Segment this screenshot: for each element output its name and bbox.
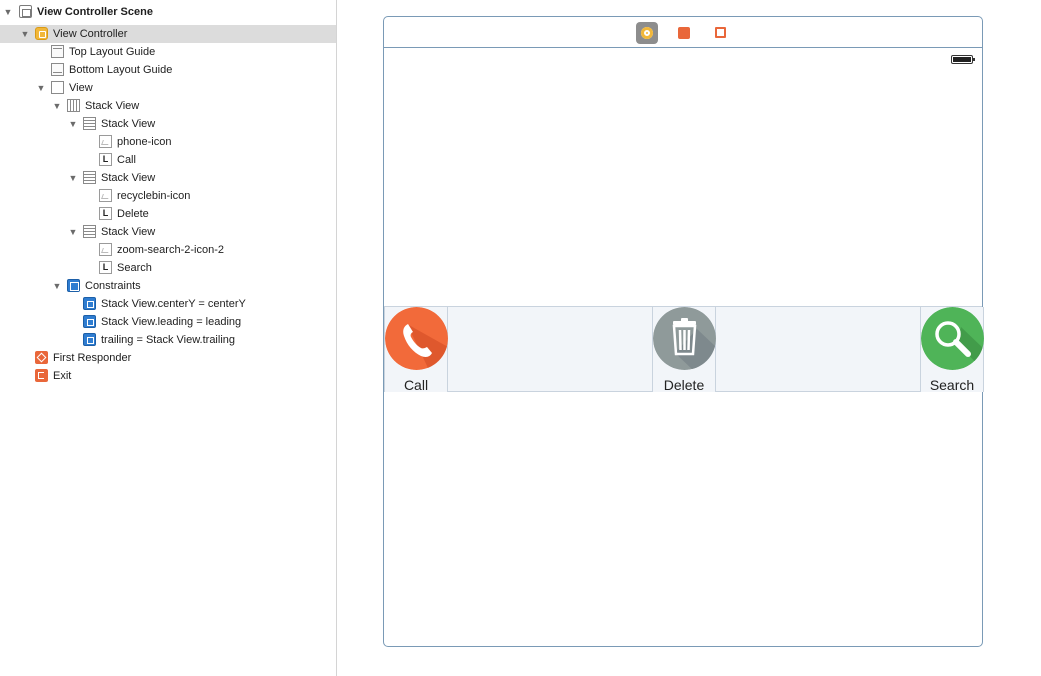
outline-row-zoom-search-icon[interactable]: zoom-search-2-icon-2 <box>0 241 336 259</box>
outline-label: Stack View.centerY = centerY <box>101 298 246 310</box>
first-responder-icon <box>35 351 48 364</box>
delete-label: Delete <box>663 377 705 393</box>
outline-label: Bottom Layout Guide <box>69 64 173 76</box>
document-outline: ▼ View Controller Scene ▼ View Controlle… <box>0 0 337 676</box>
outline-row-phone-icon[interactable]: phone-icon <box>0 133 336 151</box>
disclosure-triangle-icon[interactable]: ▼ <box>52 97 62 115</box>
outline-row-stack-view[interactable]: ▼ Stack View <box>0 97 336 115</box>
call-label: Call <box>403 377 429 393</box>
outline-label: Delete <box>117 208 149 220</box>
disclosure-triangle-icon[interactable]: ▼ <box>3 3 13 21</box>
image-view-icon <box>99 135 112 148</box>
exit-icon <box>35 369 48 382</box>
view-controller-scene[interactable]: Call Delete Search <box>383 16 984 647</box>
layout-guide-icon <box>51 63 64 76</box>
outline-row-bottom-layout-guide[interactable]: Bottom Layout Guide <box>0 61 336 79</box>
label-icon: L <box>99 153 112 166</box>
call-stack-item[interactable]: Call <box>384 307 448 393</box>
outline-row-view-controller[interactable]: ▼ View Controller <box>0 25 336 43</box>
stack-view[interactable]: Call Delete Search <box>384 306 984 393</box>
vertical-stack-icon <box>83 117 96 130</box>
outline-label: View Controller Scene <box>37 6 153 18</box>
outline-label: Constraints <box>85 280 141 292</box>
exit-icon[interactable] <box>710 22 732 44</box>
outline-label: Stack View.leading = leading <box>101 316 242 328</box>
outline-label: Exit <box>53 370 72 382</box>
outline-row-constraints[interactable]: ▼ Constraints <box>0 277 336 295</box>
outline-label: Top Layout Guide <box>69 46 156 58</box>
outline-row-search-label[interactable]: L Search <box>0 259 336 277</box>
search-label: Search <box>929 377 975 393</box>
vertical-stack-icon <box>83 171 96 184</box>
outline-row-constraint-leading[interactable]: Stack View.leading = leading <box>0 313 336 331</box>
constraints-icon <box>67 279 80 292</box>
disclosure-triangle-icon[interactable]: ▼ <box>68 115 78 133</box>
outline-row-scene[interactable]: ▼ View Controller Scene <box>0 3 336 21</box>
phone-icon[interactable] <box>385 307 448 370</box>
zoom-search-icon[interactable] <box>921 307 984 370</box>
outline-label: First Responder <box>53 352 132 364</box>
recyclebin-icon[interactable] <box>653 307 716 370</box>
outline-row-top-layout-guide[interactable]: Top Layout Guide <box>0 43 336 61</box>
outline-label: trailing = Stack View.trailing <box>101 334 236 346</box>
outline-label: Call <box>117 154 136 166</box>
outline-row-constraint-trailing[interactable]: trailing = Stack View.trailing <box>0 331 336 349</box>
disclosure-triangle-icon[interactable]: ▼ <box>68 223 78 241</box>
outline-row-recyclebin-icon[interactable]: recyclebin-icon <box>0 187 336 205</box>
label-icon: L <box>99 261 112 274</box>
disclosure-triangle-icon[interactable]: ▼ <box>20 25 30 43</box>
outline-row-constraint-centery[interactable]: Stack View.centerY = centerY <box>0 295 336 313</box>
view-controller-icon[interactable] <box>636 22 658 44</box>
outline-row-call-label[interactable]: L Call <box>0 151 336 169</box>
battery-icon <box>951 55 975 64</box>
storyboard-canvas[interactable]: Call Delete Search <box>337 0 1041 676</box>
outline-row-stack-view-call[interactable]: ▼ Stack View <box>0 115 336 133</box>
disclosure-triangle-icon[interactable]: ▼ <box>36 79 46 97</box>
outline-row-view[interactable]: ▼ View <box>0 79 336 97</box>
outline-label: Stack View <box>101 226 156 238</box>
view-icon <box>51 81 64 94</box>
disclosure-triangle-icon[interactable]: ▼ <box>52 277 62 295</box>
outline-label: Stack View <box>101 118 156 130</box>
outline-label: View Controller <box>53 28 128 40</box>
outline-row-exit[interactable]: Exit <box>0 367 336 385</box>
outline-label: Stack View <box>101 172 156 184</box>
constraint-icon <box>83 315 96 328</box>
image-view-icon <box>99 189 112 202</box>
outline-label: recyclebin-icon <box>117 190 191 202</box>
layout-guide-icon <box>51 45 64 58</box>
vertical-stack-icon <box>83 225 96 238</box>
disclosure-triangle-icon[interactable]: ▼ <box>68 169 78 187</box>
scene-dock <box>384 17 982 48</box>
outline-row-first-responder[interactable]: First Responder <box>0 349 336 367</box>
view-controller-icon <box>35 27 48 40</box>
first-responder-icon[interactable] <box>673 22 695 44</box>
search-stack-item[interactable]: Search <box>920 307 984 393</box>
outline-label: View <box>69 82 93 94</box>
horizontal-stack-icon <box>67 99 80 112</box>
constraint-icon <box>83 297 96 310</box>
label-icon: L <box>99 207 112 220</box>
constraint-icon <box>83 333 96 346</box>
image-view-icon <box>99 243 112 256</box>
outline-label: Stack View <box>85 100 140 112</box>
outline-row-stack-view-delete[interactable]: ▼ Stack View <box>0 169 336 187</box>
scene-icon <box>19 5 32 18</box>
delete-stack-item[interactable]: Delete <box>652 307 716 393</box>
outline-row-delete-label[interactable]: L Delete <box>0 205 336 223</box>
outline-label: zoom-search-2-icon-2 <box>117 244 224 256</box>
outline-label: Search <box>117 262 152 274</box>
outline-row-stack-view-search[interactable]: ▼ Stack View <box>0 223 336 241</box>
outline-label: phone-icon <box>117 136 172 148</box>
